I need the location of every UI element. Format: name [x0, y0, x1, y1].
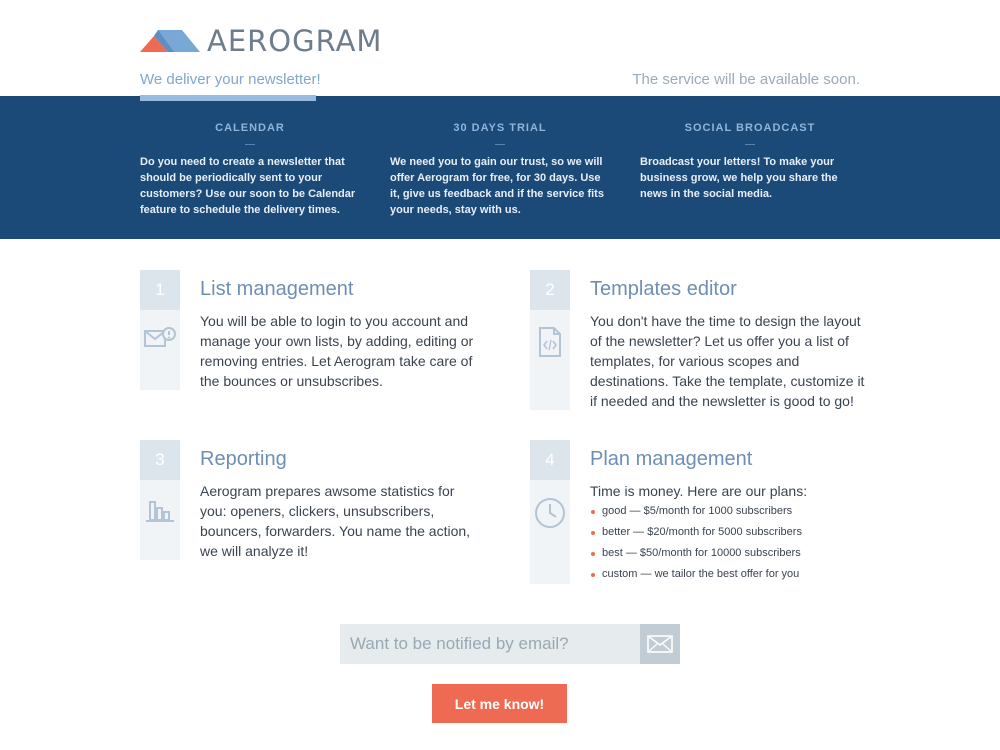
availability-notice: The service will be available soon.	[632, 71, 860, 88]
block-number: 3	[140, 440, 180, 480]
block-number: 1	[140, 270, 180, 310]
block-sidebar: 3	[140, 440, 180, 560]
tagline: We deliver your newsletter!	[140, 71, 321, 88]
code-file-icon	[539, 327, 561, 357]
feature-text: Broadcast your letters! To make your bus…	[640, 156, 838, 200]
feature-text: Do you need to create a newsletter that …	[140, 156, 356, 216]
block-text: You will be able to login to you account…	[200, 313, 474, 389]
block-text: Time is money. Here are our plans:	[590, 483, 808, 499]
let-me-know-button[interactable]: Let me know!	[432, 684, 567, 723]
block-templates-editor: 2 Templates editor You don't have the ti…	[530, 270, 870, 410]
envelope-alert-icon	[144, 327, 176, 347]
block-text: Aerogram prepares awsome statistics for …	[200, 483, 471, 559]
block-title: Reporting	[200, 448, 287, 470]
block-list-management: 1 List management You will be able to lo…	[140, 270, 480, 390]
feature-text: We need you to gain our trust, so we wil…	[390, 156, 604, 216]
block-sidebar: 4	[530, 440, 570, 584]
block-title: Templates editor	[590, 278, 737, 300]
block-reporting: 3 Reporting Aerogram prepares awsome sta…	[140, 440, 480, 560]
brand-name: AEROGRAM	[207, 24, 383, 58]
plans-list: good — $5/month for 1000 subscribers bet…	[590, 501, 802, 585]
plan-item-custom: custom — we tailor the best offer for yo…	[590, 564, 802, 585]
email-input[interactable]	[340, 624, 640, 664]
feature-title: CALENDAR	[215, 122, 285, 134]
feature-divider	[495, 144, 505, 145]
feature-title: SOCIAL BROADCAST	[684, 122, 816, 134]
feature-social-broadcast: SOCIAL BROADCAST Broadcast your letters!…	[640, 122, 860, 202]
feature-trial: 30 DAYS TRIAL We need you to gain our tr…	[390, 122, 610, 218]
block-title: Plan management	[590, 448, 753, 470]
feature-title: 30 DAYS TRIAL	[453, 122, 547, 134]
block-number: 2	[530, 270, 570, 310]
features-band: CALENDAR Do you need to create a newslet…	[0, 96, 1000, 239]
block-sidebar: 1	[140, 270, 180, 390]
plan-item-better: better — $20/month for 5000 subscribers	[590, 522, 802, 543]
brand-logo[interactable]: AEROGRAM	[140, 24, 383, 58]
plan-item-good: good — $5/month for 1000 subscribers	[590, 501, 802, 522]
block-plan-management: 4 Plan management Time is money. Here ar…	[530, 440, 870, 584]
feature-divider	[745, 144, 755, 145]
logo-mark-icon	[140, 30, 200, 52]
feature-calendar: CALENDAR Do you need to create a newslet…	[140, 122, 360, 218]
tagline-underline	[140, 95, 316, 101]
block-text: You don't have the time to design the la…	[590, 313, 865, 409]
bar-chart-icon	[146, 501, 174, 522]
feature-divider	[245, 144, 255, 145]
envelope-icon	[647, 635, 673, 653]
plan-item-best: best — $50/month for 10000 subscribers	[590, 543, 802, 564]
clock-icon	[535, 498, 565, 528]
email-submit-button[interactable]	[640, 624, 680, 664]
block-title: List management	[200, 278, 354, 300]
block-sidebar: 2	[530, 270, 570, 410]
block-number: 4	[530, 440, 570, 480]
